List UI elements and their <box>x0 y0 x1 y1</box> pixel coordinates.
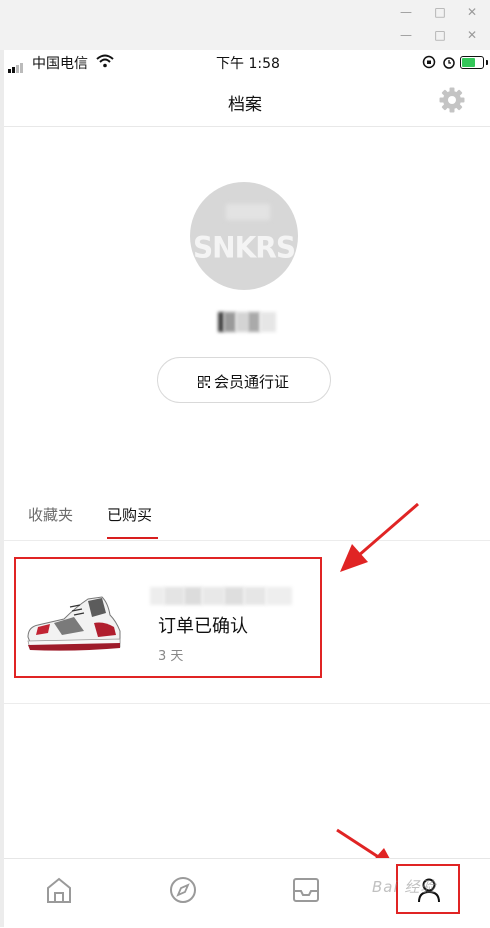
order-status: 订单已确认 <box>158 616 248 637</box>
list-divider <box>4 703 490 704</box>
maximize-icon[interactable]: □ <box>433 5 447 19</box>
status-time: 下午 1:58 <box>216 56 280 72</box>
order-time-ago: 3 天 <box>158 649 184 664</box>
rotation-lock-icon <box>422 55 436 73</box>
carrier-label: 中国电信 <box>32 56 88 72</box>
window-title-bar: — □ ✕ — □ ✕ <box>0 0 490 50</box>
gear-icon[interactable] <box>438 86 466 114</box>
order-card[interactable]: 订单已确认 3 天 <box>14 557 322 678</box>
annotation-arrow <box>340 502 419 572</box>
signal-icon <box>8 57 24 73</box>
close-icon[interactable]: ✕ <box>465 5 479 19</box>
inbox-icon[interactable] <box>289 873 323 907</box>
qr-code-icon <box>198 376 210 388</box>
wifi-icon <box>96 54 114 72</box>
tab-favorites[interactable]: 收藏夹 <box>28 504 73 525</box>
page-title: 档案 <box>228 95 262 115</box>
avatar-logo-text: SNKRS <box>192 230 296 265</box>
active-tab-indicator <box>107 537 158 539</box>
product-name-blurred <box>150 587 300 605</box>
close-icon[interactable]: ✕ <box>465 28 479 42</box>
compass-icon[interactable] <box>166 873 200 907</box>
member-pass-button[interactable]: 会员通行证 <box>157 357 331 403</box>
battery-icon <box>460 56 488 69</box>
nav-header: 档案 <box>4 74 490 127</box>
home-icon[interactable] <box>42 873 76 907</box>
left-edge-strip <box>0 50 4 927</box>
member-pass-label: 会员通行证 <box>214 373 290 391</box>
username-blurred <box>218 312 280 332</box>
tab-purchased[interactable]: 已购买 <box>107 504 152 525</box>
alarm-icon <box>442 55 456 73</box>
avatar[interactable]: SNKRS <box>190 182 298 290</box>
sneaker-image <box>27 596 121 651</box>
minimize-icon[interactable]: — <box>399 28 413 42</box>
minimize-icon[interactable]: — <box>399 5 413 19</box>
maximize-icon[interactable]: □ <box>433 28 447 42</box>
watermark: Bai 经验 <box>372 878 437 896</box>
avatar-blurred-text <box>226 204 270 220</box>
status-bar: 中国电信 下午 1:58 <box>4 50 490 74</box>
